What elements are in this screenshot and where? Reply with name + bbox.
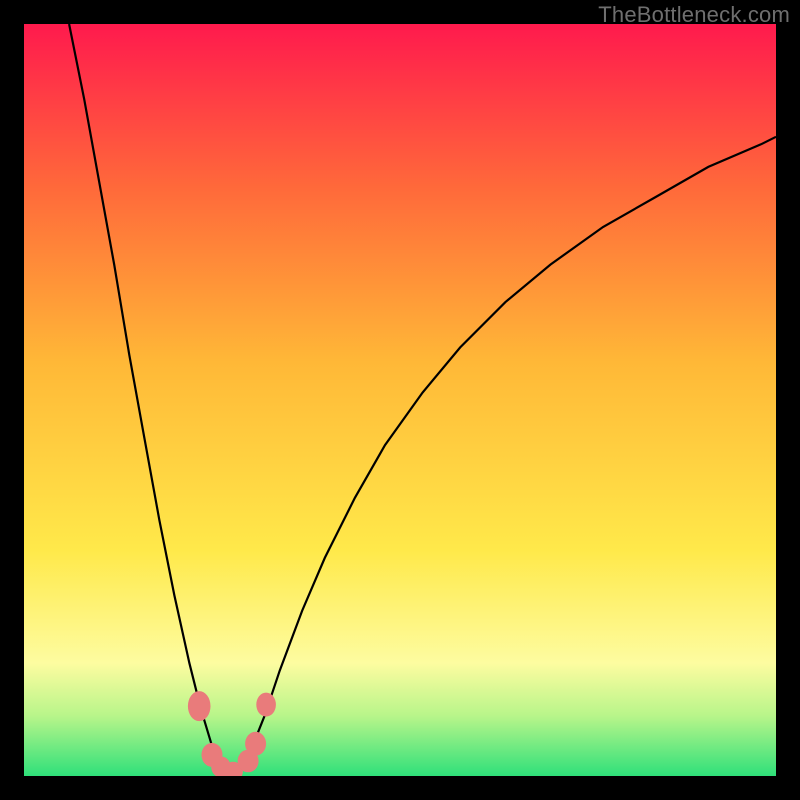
data-point-marker xyxy=(256,693,276,717)
chart-frame xyxy=(24,24,776,776)
watermark-text: TheBottleneck.com xyxy=(598,2,790,28)
data-point-marker xyxy=(245,732,266,756)
data-point-marker xyxy=(188,691,211,721)
bottleneck-chart xyxy=(24,24,776,776)
